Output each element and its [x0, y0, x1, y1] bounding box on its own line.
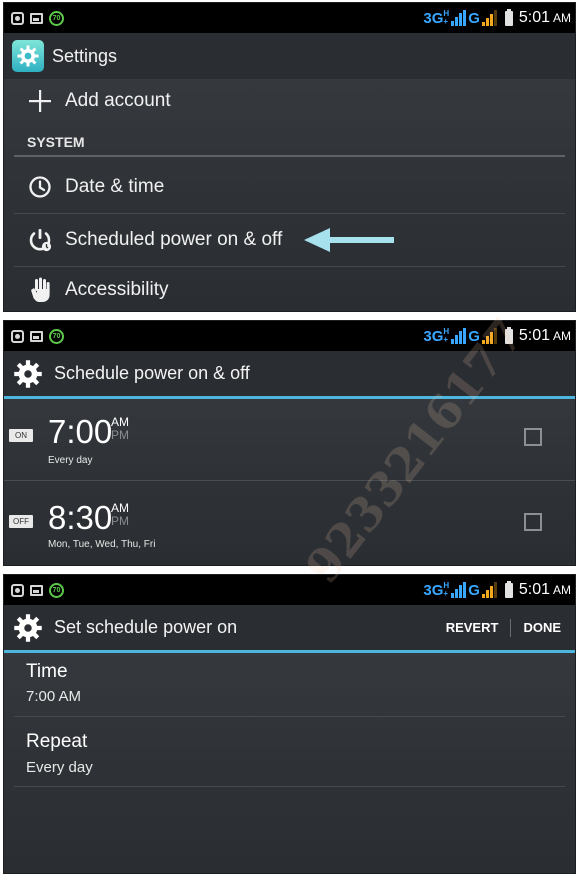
- notification-icons: 70: [11, 582, 64, 598]
- signal-bars-icon-2: [481, 10, 497, 26]
- notification-icons: 70: [11, 328, 64, 344]
- image-icon: [30, 330, 43, 342]
- status-right: 3G H + G 5:01 AM: [423, 3, 571, 33]
- action-buttons: REVERT DONE: [438, 605, 569, 650]
- plus-icon: [26, 87, 54, 115]
- gear-icon[interactable]: [10, 356, 46, 392]
- repeat-value: Every day: [26, 759, 93, 776]
- hplus-indicator: H +: [443, 9, 450, 26]
- network-3g-label: 3G: [423, 581, 444, 599]
- action-divider: [510, 618, 512, 637]
- signal-bars-icon: [451, 10, 467, 26]
- image-icon: [30, 584, 43, 596]
- schedule-days: Mon, Tue, Wed, Thu, Fri: [48, 539, 156, 550]
- on-toggle[interactable]: ON: [9, 429, 33, 442]
- status-right: 3G H + G 5:01 AM: [423, 321, 571, 351]
- section-header-system: SYSTEM: [14, 129, 565, 157]
- settings-app-icon[interactable]: [12, 40, 44, 72]
- clock-icon: [26, 173, 54, 201]
- time-value: 7:00 AM: [26, 688, 82, 705]
- status-right: 3G H + G 5:01 AM: [423, 575, 571, 605]
- status-bar: 70 3G H + G 5:01 AM: [4, 321, 575, 351]
- signal-bars-icon-2: [481, 328, 497, 344]
- ampm-selector: AM PM: [111, 415, 129, 442]
- network-g-label: G: [468, 581, 480, 599]
- battery-icon: [504, 326, 513, 344]
- schedule-item-off[interactable]: OFF 8:30 AM PM Mon, Tue, Wed, Thu, Fri: [4, 481, 575, 565]
- page-title: Schedule power on & off: [54, 363, 250, 383]
- schedule-checkbox[interactable]: [524, 513, 542, 531]
- status-bar: 70 3G H + G 5:01 AM: [4, 3, 575, 33]
- revert-button[interactable]: REVERT: [438, 620, 507, 635]
- notification-icons: 70: [11, 10, 64, 26]
- repeat-label: Repeat: [26, 731, 88, 752]
- network-g-label: G: [468, 327, 480, 345]
- network-g-label: G: [468, 9, 480, 27]
- time-label: Time: [26, 661, 68, 682]
- scheduled-power-label: Scheduled power on & off: [65, 229, 283, 250]
- done-button[interactable]: DONE: [515, 620, 569, 635]
- scheduled-power-row[interactable]: Scheduled power on & off: [14, 214, 565, 267]
- action-bar: Schedule power on & off: [4, 351, 575, 399]
- schedule-screen: 70 3G H + G 5:01 AM Schedule power on & …: [3, 320, 576, 566]
- gear-icon[interactable]: [10, 610, 46, 646]
- clock: 5:01: [518, 327, 550, 344]
- scheduled-power-icon: [26, 226, 54, 254]
- date-time-label: Date & time: [65, 176, 165, 197]
- set-schedule-screen: 70 3G H + G 5:01 AM Set schedule power o…: [3, 574, 576, 874]
- battery-level-badge: 70: [49, 10, 64, 26]
- clock: 5:01: [518, 9, 550, 26]
- accessibility-row[interactable]: Accessibility: [14, 267, 565, 311]
- time-preference[interactable]: Time 7:00 AM: [14, 653, 565, 717]
- battery-icon: [504, 8, 513, 26]
- clock-ampm: AM: [553, 583, 571, 597]
- battery-level-badge: 70: [49, 582, 64, 598]
- status-bar: 70 3G H + G 5:01 AM: [4, 575, 575, 605]
- schedule-time: 8:30: [48, 499, 113, 536]
- action-bar: Settings: [4, 33, 575, 79]
- image-icon: [30, 12, 43, 24]
- hplus-indicator: H +: [443, 327, 450, 344]
- signal-bars-icon-2: [481, 582, 497, 598]
- record-icon: [11, 11, 24, 25]
- signal-bars-icon: [451, 582, 467, 598]
- ampm-selector: AM PM: [111, 501, 129, 528]
- schedule-item-on[interactable]: ON 7:00 AM PM Every day: [4, 399, 575, 481]
- add-account-label: Add account: [65, 90, 171, 111]
- clock: 5:01: [518, 581, 550, 598]
- accessibility-label: Accessibility: [65, 279, 169, 300]
- signal-bars-icon: [451, 328, 467, 344]
- schedule-checkbox[interactable]: [524, 428, 542, 446]
- hplus-indicator: H +: [443, 581, 450, 598]
- clock-ampm: AM: [553, 329, 571, 343]
- section-title: SYSTEM: [27, 134, 85, 150]
- settings-screen: 70 3G H + G 5:01 AM Settings Add account…: [3, 2, 576, 312]
- battery-level-badge: 70: [49, 328, 64, 344]
- battery-icon: [504, 580, 513, 598]
- record-icon: [11, 329, 24, 343]
- hand-icon: [26, 276, 54, 304]
- off-toggle[interactable]: OFF: [9, 515, 33, 528]
- schedule-days: Every day: [48, 455, 93, 466]
- page-title: Settings: [52, 45, 118, 66]
- page-title: Set schedule power on: [54, 617, 238, 637]
- record-icon: [11, 583, 24, 597]
- clock-ampm: AM: [553, 11, 571, 25]
- date-time-row[interactable]: Date & time: [14, 161, 565, 214]
- network-3g-label: 3G: [423, 327, 444, 345]
- pointer-arrow: [304, 226, 396, 254]
- schedule-time: 7:00: [48, 413, 113, 450]
- add-account-row[interactable]: Add account: [14, 79, 565, 123]
- action-bar: Set schedule power on REVERT DONE: [4, 605, 575, 653]
- repeat-preference[interactable]: Repeat Every day: [14, 717, 565, 787]
- network-3g-label: 3G: [423, 9, 444, 27]
